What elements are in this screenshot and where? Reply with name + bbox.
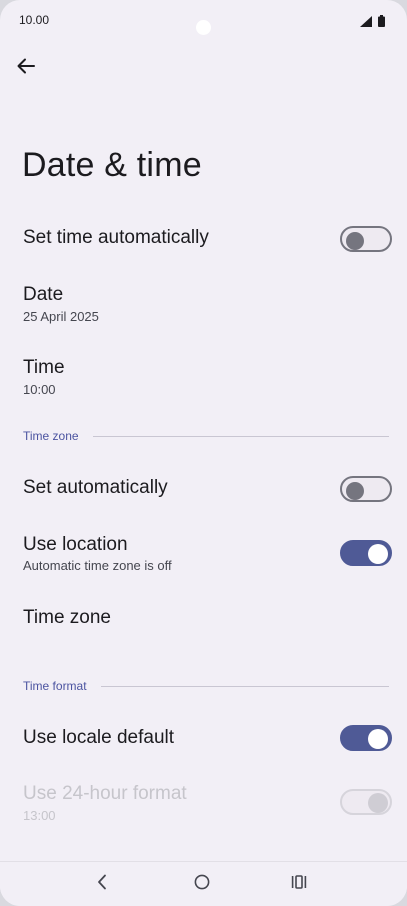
- use-24-hour-format-toggle: [340, 789, 392, 815]
- toggle-knob: [368, 544, 388, 564]
- section-divider: [100, 685, 389, 687]
- date-row[interactable]: Date 25 April 2025: [0, 276, 407, 330]
- use-locale-default-row[interactable]: Use locale default: [0, 714, 407, 764]
- toggle-knob: [346, 232, 364, 250]
- use-location-subtitle: Automatic time zone is off: [23, 558, 172, 573]
- time-zone-section-header: Time zone: [23, 428, 389, 444]
- set-automatically-label: Set automatically: [23, 477, 168, 498]
- toggle-knob: [368, 793, 388, 813]
- battery-icon: [378, 14, 385, 32]
- use-location-row[interactable]: Use location Automatic time zone is off: [0, 526, 407, 580]
- nav-recents-button[interactable]: [285, 872, 313, 896]
- recents-nav-icon: [291, 874, 307, 895]
- arrow-left-icon: [17, 58, 35, 79]
- camera-cutout: [196, 20, 211, 35]
- use-locale-default-toggle[interactable]: [340, 725, 392, 751]
- use-24-hour-format-row: Use 24-hour format 13:00: [0, 775, 407, 829]
- section-label: Time format: [23, 679, 87, 693]
- date-value: 25 April 2025: [23, 309, 99, 324]
- set-time-automatically-row[interactable]: Set time automatically: [0, 214, 407, 264]
- back-button[interactable]: [14, 56, 38, 80]
- set-time-automatically-label: Set time automatically: [23, 227, 209, 248]
- time-zone-row[interactable]: Time zone: [0, 596, 407, 642]
- phone-screen: 10.00 Date & time Set time automatically…: [0, 0, 407, 906]
- section-divider: [92, 435, 389, 437]
- nav-back-button[interactable]: [88, 872, 116, 896]
- date-label: Date: [23, 284, 64, 305]
- toggle-knob: [368, 729, 388, 749]
- set-automatically-row[interactable]: Set automatically: [0, 464, 407, 514]
- set-automatically-toggle[interactable]: [340, 476, 392, 502]
- use-locale-default-label: Use locale default: [23, 727, 175, 748]
- section-label: Time zone: [23, 429, 79, 443]
- home-nav-icon: [194, 874, 210, 895]
- time-zone-label: Time zone: [23, 607, 111, 628]
- time-label: Time: [23, 357, 65, 378]
- signal-icon: [360, 14, 372, 32]
- time-format-section-header: Time format: [23, 678, 389, 694]
- set-time-automatically-toggle[interactable]: [340, 226, 392, 252]
- time-row[interactable]: Time 10:00: [0, 349, 407, 403]
- navigation-bar: [0, 861, 407, 906]
- time-value: 10:00: [23, 382, 56, 397]
- use-24-hour-format-label: Use 24-hour format: [23, 783, 187, 804]
- use-location-label: Use location: [23, 534, 128, 555]
- use-location-toggle[interactable]: [340, 540, 392, 566]
- back-nav-icon: [97, 874, 107, 895]
- use-24-hour-format-example: 13:00: [23, 808, 56, 823]
- status-bar: 10.00: [0, 0, 407, 40]
- toggle-knob: [346, 482, 364, 500]
- nav-home-button[interactable]: [188, 872, 216, 896]
- status-icons: [360, 14, 385, 32]
- page-title: Date & time: [22, 146, 202, 184]
- status-time: 10.00: [19, 13, 50, 27]
